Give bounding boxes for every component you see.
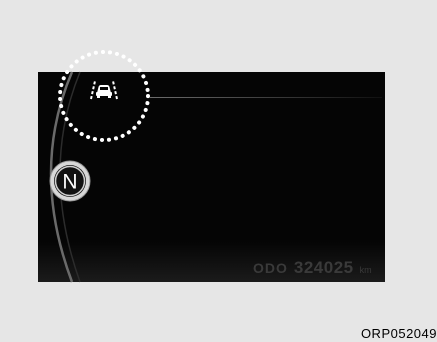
gear-indicator-label: N: [62, 171, 77, 194]
odometer-value: 324025: [293, 258, 354, 277]
top-divider-line: [150, 97, 382, 98]
gear-indicator: N: [49, 160, 91, 202]
dotted-highlight-circle: [58, 50, 150, 142]
image-code: ORP052049: [360, 326, 437, 341]
odometer: ODO 324025 km: [253, 258, 372, 278]
odometer-label: ODO: [253, 260, 288, 276]
odometer-unit: km: [359, 265, 372, 275]
